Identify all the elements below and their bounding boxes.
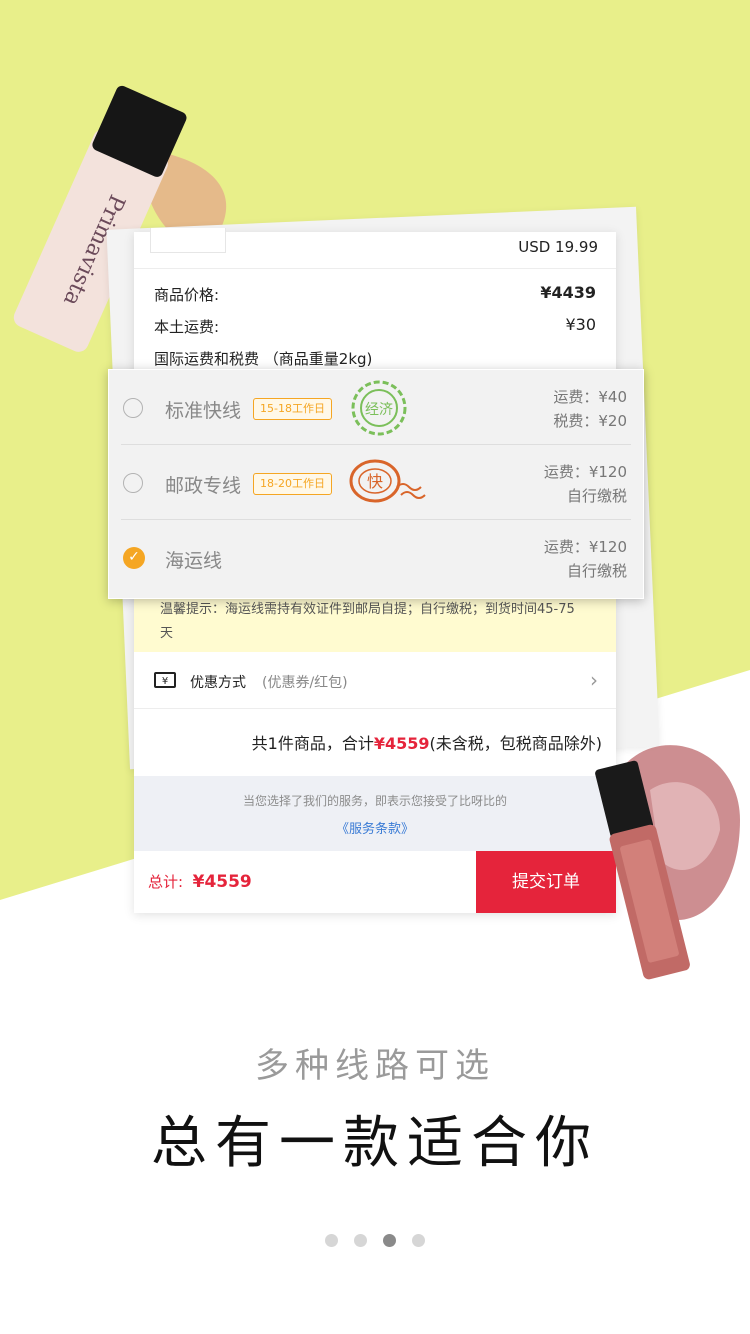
radio-button[interactable] bbox=[123, 473, 143, 493]
radio-button[interactable] bbox=[123, 398, 143, 418]
summary-prefix: 共1件商品，合计 bbox=[251, 734, 374, 753]
shipping-option-standard[interactable]: 标准快线 15-18工作日 经济 运费：¥40 税费：¥20 bbox=[121, 370, 631, 445]
coupon-icon: ¥ bbox=[154, 672, 176, 688]
caption-subtitle: 多种线路可选 bbox=[255, 1046, 495, 1086]
shipping-fee: 运费：¥40 bbox=[553, 388, 627, 406]
domestic-shipping-label: 本土运费: bbox=[154, 318, 220, 336]
tax-fee: 税费：¥20 bbox=[553, 412, 627, 430]
shipping-options-popup: 标准快线 15-18工作日 经济 运费：¥40 税费：¥20 邮政专线 18-2… bbox=[108, 369, 644, 599]
tax-note: 自行缴税 bbox=[566, 562, 627, 580]
option-name: 邮政专线 bbox=[165, 475, 242, 497]
checkout-bar: 总计: ¥4559 提交订单 bbox=[134, 851, 616, 913]
shipping-option-sea[interactable]: ✓ 海运线 运费：¥120 自行缴税 bbox=[121, 520, 631, 594]
page-dot[interactable] bbox=[325, 1234, 338, 1247]
coupon-sublabel: (优惠券/红包) bbox=[262, 675, 348, 691]
shipping-option-postal[interactable]: 邮政专线 18-20工作日 快 运费：¥120 自行缴税 bbox=[121, 445, 631, 520]
shipping-fee: 运费：¥120 bbox=[543, 538, 627, 556]
page-dot[interactable] bbox=[354, 1234, 367, 1247]
coupon-label: 优惠方式 bbox=[190, 675, 246, 691]
checkmark-icon[interactable]: ✓ bbox=[123, 547, 145, 569]
economy-stamp-icon: 经济 bbox=[351, 380, 407, 436]
summary-suffix: (未含税，包税商品除外) bbox=[429, 734, 603, 753]
total-label: 总计: ¥4559 bbox=[148, 872, 252, 892]
fast-stamp-icon: 快 bbox=[349, 459, 426, 503]
chevron-right-icon: › bbox=[590, 668, 598, 692]
terms-section: 当您选择了我们的服务，即表示您接受了比呀比的 《服务条款》 bbox=[134, 776, 616, 851]
total-amount: ¥4559 bbox=[192, 872, 252, 892]
summary-amount: ¥4559 bbox=[373, 734, 430, 753]
option-name: 海运线 bbox=[165, 550, 223, 572]
product-price-label: 商品价格: bbox=[154, 286, 220, 304]
tax-note: 自行缴税 bbox=[566, 487, 627, 505]
page-indicator[interactable] bbox=[0, 1232, 750, 1251]
usd-price: USD 19.99 bbox=[518, 238, 598, 256]
lip-gloss-image bbox=[595, 745, 740, 980]
delivery-time-badge: 15-18工作日 bbox=[253, 398, 332, 420]
divider bbox=[134, 708, 616, 709]
coupon-row[interactable]: ¥ 优惠方式 (优惠券/红包) › bbox=[134, 656, 616, 708]
divider bbox=[134, 268, 616, 269]
terms-text: 当您选择了我们的服务，即表示您接受了比呀比的 bbox=[242, 794, 507, 808]
notice-text: 温馨提示：海运线需持有效证件到邮局自提；自行缴税；到货时间45-75天 bbox=[160, 602, 575, 641]
card-tab bbox=[150, 228, 226, 253]
shipping-fee: 运费：¥120 bbox=[543, 463, 627, 481]
page-dot-active[interactable] bbox=[383, 1234, 396, 1247]
intl-shipping-label: 国际运费和税费 （商品重量2kg) bbox=[154, 350, 373, 368]
notice-banner: 温馨提示：海运线需持有效证件到邮局自提；自行缴税；到货时间45-75天 bbox=[134, 592, 616, 652]
delivery-time-badge: 18-20工作日 bbox=[253, 473, 332, 495]
stamp-label: 经济 bbox=[365, 402, 393, 418]
terms-link[interactable]: 《服务条款》 bbox=[134, 818, 616, 837]
domestic-shipping-value: ¥30 bbox=[565, 315, 596, 334]
stamp-label: 快 bbox=[367, 472, 383, 491]
page-dot[interactable] bbox=[412, 1234, 425, 1247]
caption-title: 总有一款适合你 bbox=[151, 1111, 599, 1176]
option-name: 标准快线 bbox=[165, 400, 242, 422]
product-price-value: ¥4439 bbox=[540, 283, 596, 302]
order-summary: 共1件商品，合计¥4559(未含税，包税商品除外) bbox=[252, 730, 602, 754]
